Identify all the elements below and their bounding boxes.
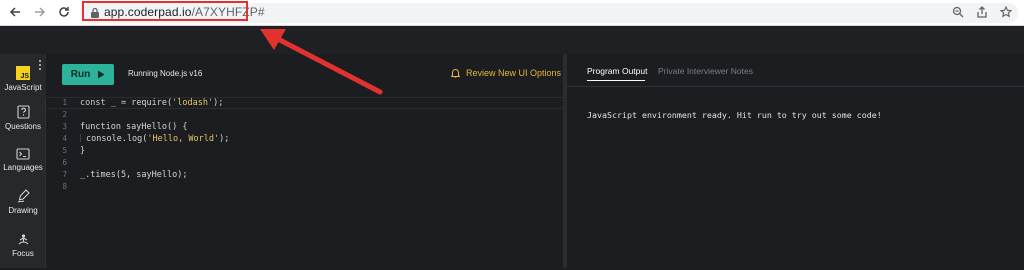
app-top-strip (0, 26, 1024, 54)
line-number: 6 (62, 158, 67, 167)
sidebar-item-label: Languages (3, 163, 43, 172)
code-string: 'lodash' (172, 98, 214, 108)
sidebar-item-label: Focus (12, 249, 34, 258)
code-line-5[interactable]: } (80, 146, 85, 156)
tab-separator (567, 86, 1024, 87)
sidebar-item-label: Questions (4, 122, 42, 131)
code-line-7[interactable]: _.times(5, sayHello); (80, 170, 187, 180)
sidebar-item-label: JavaScript (4, 83, 42, 92)
code-token: ); (213, 98, 224, 108)
arrow-right-icon (35, 7, 46, 17)
more-options-icon[interactable] (39, 60, 42, 70)
code-token: ); (219, 134, 230, 144)
code-token: const (80, 98, 111, 108)
question-icon (16, 105, 30, 119)
code-token: console.log( (86, 134, 148, 144)
line-number: 4 (62, 134, 67, 143)
sidebar-item-label: Drawing (8, 206, 38, 215)
review-link-label: Review New UI Options (466, 68, 562, 78)
tab-program-output[interactable]: Program Output (587, 66, 647, 76)
code-token: = require( (115, 98, 173, 108)
share-icon[interactable] (975, 5, 989, 19)
run-button[interactable]: Run (62, 64, 114, 85)
run-button-label: Run (70, 69, 91, 80)
pen-icon (17, 189, 30, 203)
active-tab-indicator (587, 80, 645, 81)
line-number: 5 (62, 146, 67, 155)
forward-button[interactable] (31, 3, 49, 21)
zoom-icon[interactable] (951, 5, 965, 19)
sidebar-item-languages[interactable]: Languages (0, 144, 46, 184)
sidebar-item-questions[interactable]: Questions (0, 102, 46, 142)
bookmark-star-icon[interactable] (999, 5, 1013, 19)
line-number: 8 (62, 182, 67, 191)
sidebar: JS JavaScript Questions Languages Drawin… (0, 54, 46, 268)
indent-guide (80, 134, 81, 142)
url-highlight-box (82, 1, 248, 21)
code-line-1[interactable]: const _ = require('lodash'); (80, 98, 223, 108)
code-line-4[interactable]: console.log('Hello, World'); (86, 134, 229, 144)
arrow-left-icon (9, 7, 20, 17)
focus-icon (18, 234, 28, 245)
code-editor[interactable] (47, 54, 563, 268)
terminal-icon (16, 148, 30, 160)
line-number: 3 (62, 122, 67, 131)
code-string: 'Hello, World' (147, 134, 220, 144)
reload-button[interactable] (55, 3, 73, 21)
sidebar-item-drawing[interactable]: Drawing (0, 186, 46, 226)
reload-icon (59, 7, 69, 17)
code-line-3[interactable]: function sayHello() { (80, 122, 187, 132)
bell-icon (451, 69, 460, 78)
line-number: 1 (62, 98, 67, 107)
js-badge-text: JS (20, 73, 29, 80)
javascript-icon: JS (16, 66, 30, 80)
back-button[interactable] (6, 3, 24, 21)
review-ui-options-link[interactable]: Review New UI Options (451, 68, 561, 78)
play-icon (98, 70, 105, 79)
line-number: 2 (62, 110, 67, 119)
program-output-text: JavaScript environment ready. Hit run to… (587, 110, 882, 120)
browser-toolbar: app.coderpad.io/A7XYHFZP# (0, 0, 1024, 26)
line-number: 7 (62, 170, 67, 179)
runtime-status: Running Node.js v16 (128, 69, 203, 78)
tab-private-interviewer-notes[interactable]: Private Interviewer Notes (658, 66, 753, 76)
sidebar-item-focus[interactable]: Focus (0, 230, 46, 270)
